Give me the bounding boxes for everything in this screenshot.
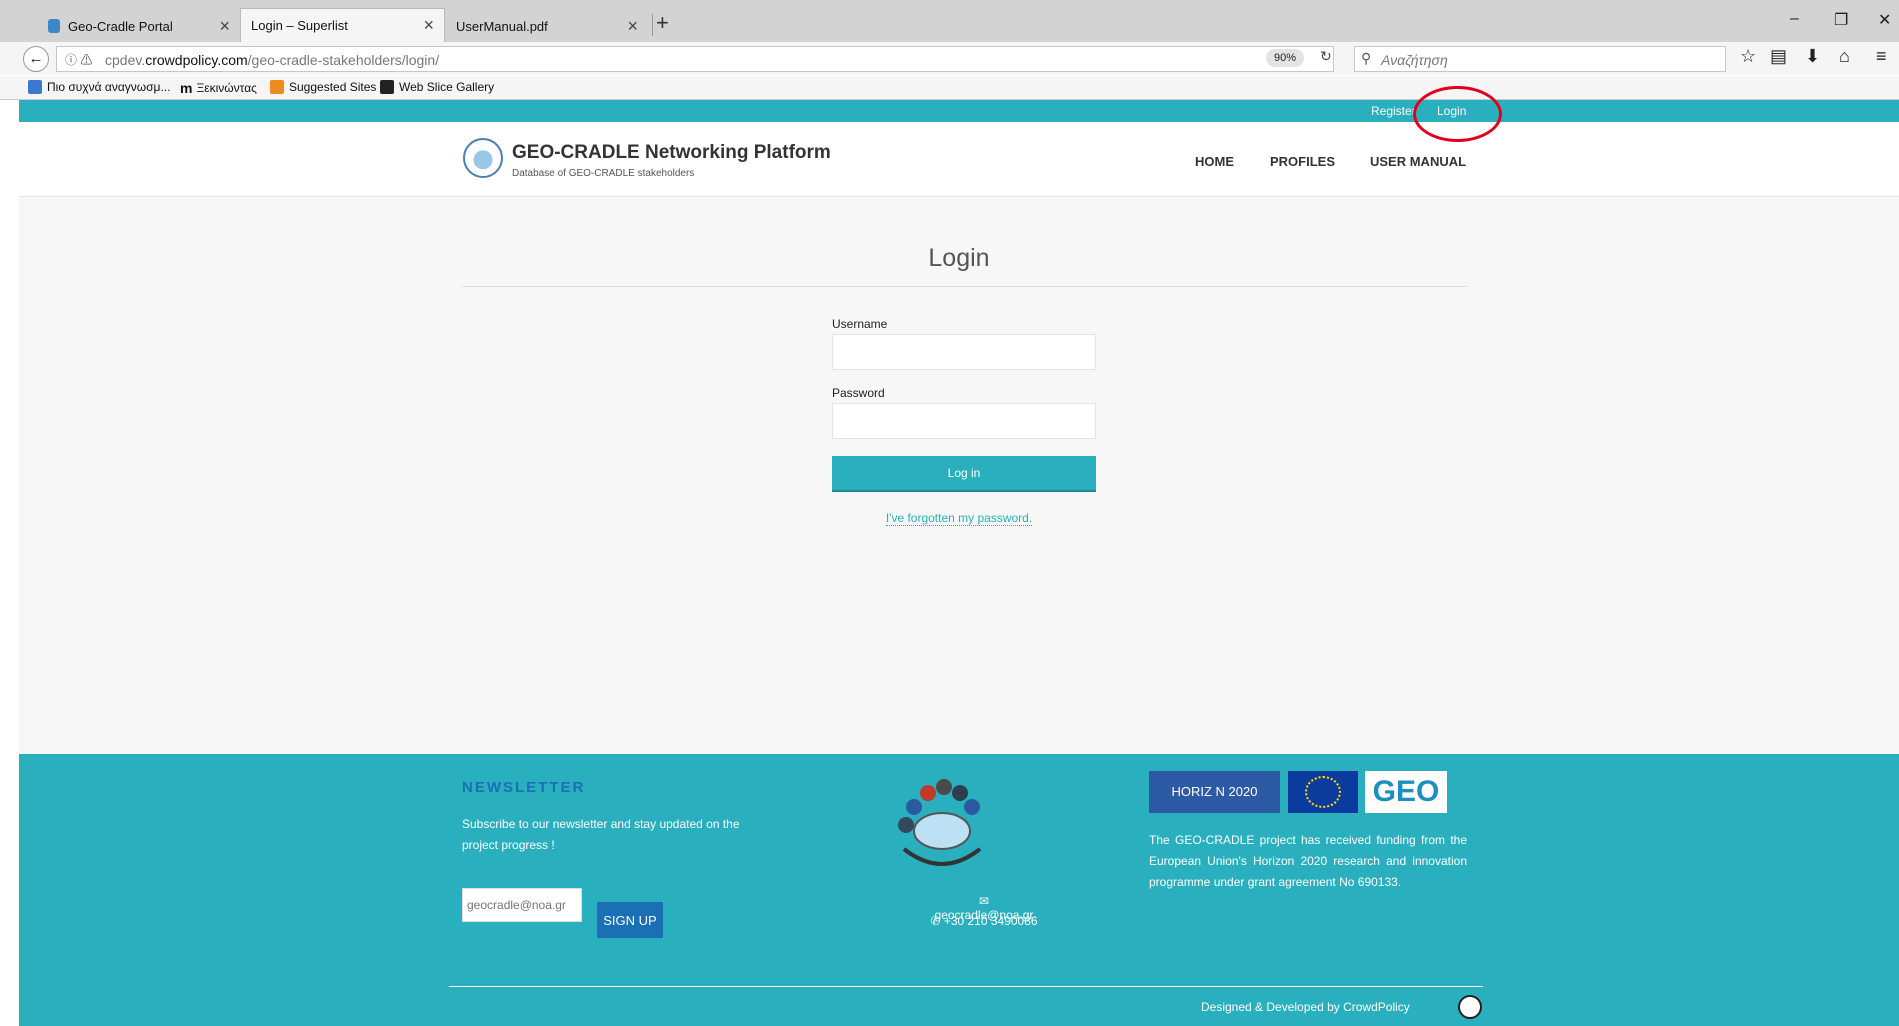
address-bar[interactable]: ⓘ ⚠ cpdev.crowdpolicy.com/geo-cradle-sta…: [56, 46, 1334, 72]
tab-login-superlist[interactable]: Login – Superlist ×: [240, 8, 445, 42]
credits-text: Designed & Developed by CrowdPolicy: [1201, 1000, 1410, 1014]
reading-list-icon[interactable]: ▤: [1770, 46, 1787, 67]
bookmark-label: Web Slice Gallery: [399, 80, 495, 94]
tab-separator: [652, 14, 653, 36]
nav-home[interactable]: HOME: [1195, 154, 1234, 169]
page-content: Register Login GEO-CRADLE Networking Pla…: [19, 100, 1899, 1026]
geo-cradle-footer-logo: [898, 779, 982, 866]
web-slice-icon: [380, 80, 394, 94]
bookmark-web-slice-gallery[interactable]: Web Slice Gallery: [380, 80, 494, 94]
restore-icon[interactable]: ❐: [1834, 10, 1848, 30]
footer-phone: ✆ +30 210 3490086: [930, 914, 1038, 928]
tab-usermanual-pdf[interactable]: UserManual.pdf ×: [446, 10, 648, 42]
site-footer: NEWSLETTER Subscribe to our newsletter a…: [19, 754, 1899, 1026]
tab-label: Login – Superlist: [251, 18, 348, 33]
search-icon: ⚲: [1361, 50, 1372, 66]
annotation-circle: [1413, 86, 1502, 142]
crowdpolicy-logo-icon[interactable]: [1458, 995, 1482, 1019]
m-logo-icon: m: [180, 80, 193, 96]
site-subtitle: Database of GEO-CRADLE stakeholders: [512, 168, 695, 179]
close-tab-icon[interactable]: ×: [627, 16, 638, 37]
sign-up-button[interactable]: SIGN UP: [597, 902, 663, 938]
url-text: cpdev.crowdpolicy.com/geo-cradle-stakeho…: [105, 52, 440, 68]
site-title[interactable]: GEO-CRADLE Networking Platform: [512, 142, 831, 164]
geo-logo: GEO: [1365, 771, 1447, 813]
site-info-icon[interactable]: ⓘ ⚠: [65, 51, 92, 68]
horizon-2020-logo: HORIZ N 2020: [1149, 771, 1280, 813]
bookmark-label: Ξεκινώντας: [196, 81, 257, 95]
newsletter-email-input[interactable]: [462, 888, 582, 922]
close-tab-icon[interactable]: ×: [219, 16, 230, 37]
star-bookmark-icon[interactable]: ☆: [1740, 46, 1756, 67]
reload-icon[interactable]: ↻: [1320, 48, 1332, 65]
suggested-sites-icon: [270, 80, 284, 94]
newsletter-title: NEWSLETTER: [462, 779, 586, 796]
username-label: Username: [832, 317, 888, 331]
nav-profiles[interactable]: PROFILES: [1270, 154, 1335, 169]
register-link[interactable]: Register: [1371, 104, 1416, 118]
login-heading: Login: [928, 244, 990, 272]
newsletter-text: Subscribe to our newsletter and stay upd…: [462, 817, 740, 852]
bookmark-suggested-sites[interactable]: Suggested Sites: [270, 80, 376, 94]
nav-user-manual[interactable]: USER MANUAL: [1370, 154, 1466, 169]
forgot-password-link[interactable]: I've forgotten my password.: [885, 511, 1033, 526]
close-tab-icon[interactable]: ×: [423, 15, 434, 36]
top-strip: Register Login: [19, 100, 1899, 122]
bookmark-label: Πιο συχνά αναγνωσμ...: [47, 80, 171, 94]
footer-divider: [449, 986, 1483, 987]
menu-hamburger-icon[interactable]: ≡: [1876, 46, 1887, 67]
minimize-icon[interactable]: –: [1790, 10, 1799, 28]
zoom-level-badge[interactable]: 90%: [1266, 49, 1304, 67]
phone-text: +30 210 3490086: [943, 914, 1038, 928]
close-window-icon[interactable]: ✕: [1878, 10, 1891, 30]
bookmark-getting-started[interactable]: m Ξεκινώντας: [180, 80, 257, 96]
password-input[interactable]: [832, 403, 1096, 439]
geo-cradle-logo[interactable]: [463, 138, 503, 178]
bookmark-icon: [28, 80, 42, 94]
site-header: GEO-CRADLE Networking Platform Database …: [19, 122, 1899, 197]
bookmark-most-visited[interactable]: Πιο συχνά αναγνωσμ...: [28, 80, 170, 94]
search-input[interactable]: ⚲ Αναζήτηση: [1354, 46, 1726, 72]
username-input[interactable]: [832, 334, 1096, 370]
browser-tab-bar: Geo-Cradle Portal × Login – Superlist × …: [0, 0, 1899, 42]
tab-geo-cradle-portal[interactable]: Geo-Cradle Portal ×: [38, 10, 240, 42]
new-tab-button[interactable]: +: [656, 10, 669, 36]
funding-text: The GEO-CRADLE project has received fund…: [1149, 833, 1467, 889]
eu-stars-icon: [1305, 776, 1341, 808]
back-arrow-icon[interactable]: ←: [23, 46, 49, 72]
divider: [462, 286, 1467, 287]
log-in-button[interactable]: Log in: [832, 456, 1096, 492]
bookmark-label: Suggested Sites: [289, 80, 377, 94]
tab-label: UserManual.pdf: [456, 18, 548, 34]
search-placeholder: Αναζήτηση: [1381, 52, 1448, 68]
download-icon[interactable]: ⬇: [1805, 46, 1820, 67]
password-label: Password: [832, 386, 885, 400]
geo-cradle-favicon-icon: [48, 19, 60, 33]
tab-label: Geo-Cradle Portal: [68, 18, 173, 34]
home-icon[interactable]: ⌂: [1839, 46, 1850, 67]
bookmarks-bar: Πιο συχνά αναγνωσμ... m Ξεκινώντας Sugge…: [0, 76, 1899, 100]
forgot-password-row: I've forgotten my password.: [19, 511, 1899, 526]
